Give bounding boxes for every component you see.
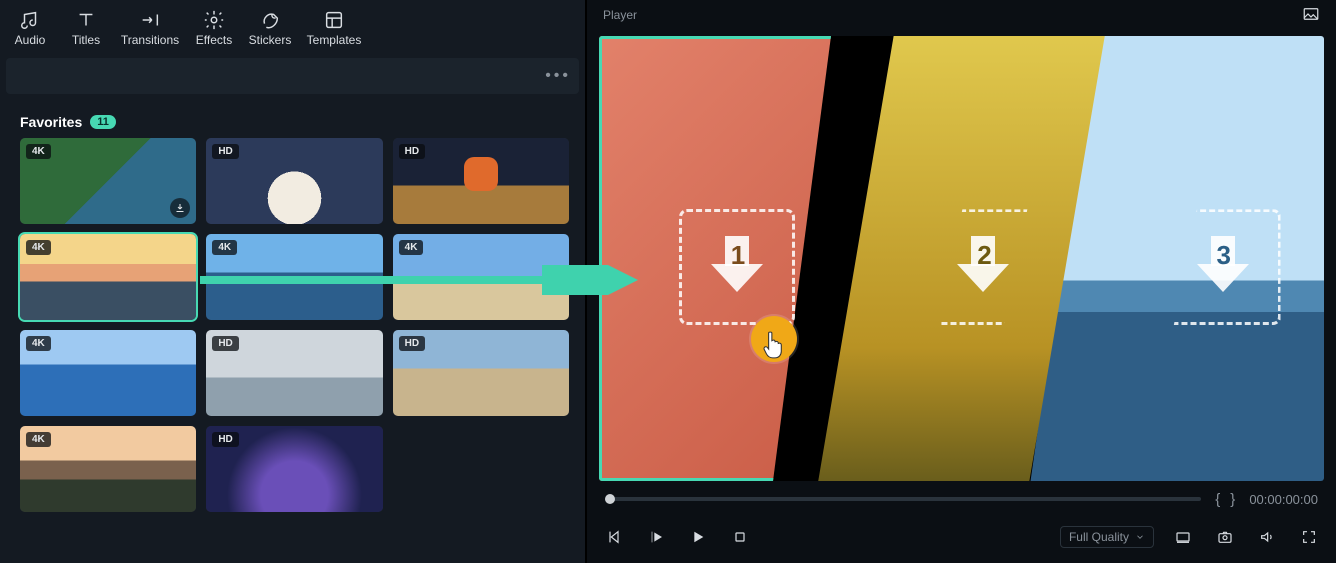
media-thumbnail[interactable]: 4K: [393, 234, 569, 320]
snapshot-icon: [1302, 5, 1320, 23]
favorites-title: Favorites: [20, 114, 82, 130]
resolution-badge: 4K: [399, 240, 424, 255]
media-thumbnail[interactable]: 4K: [20, 426, 196, 512]
media-thumbnail[interactable]: 4K: [20, 234, 196, 320]
chevron-down-icon: [1135, 532, 1145, 542]
tab-effects[interactable]: Effects: [186, 4, 242, 52]
tab-titles[interactable]: Titles: [58, 4, 114, 52]
tab-audio[interactable]: Audio: [2, 4, 58, 52]
resolution-badge: HD: [399, 144, 425, 159]
resolution-badge: HD: [212, 432, 238, 447]
titles-icon: [75, 9, 97, 31]
tab-transitions[interactable]: Transitions: [114, 4, 186, 52]
media-thumbnail[interactable]: 4K: [20, 138, 196, 224]
player-panel: Player 1 2: [587, 0, 1336, 563]
tab-label: Titles: [72, 33, 100, 47]
preview-canvas[interactable]: 1 2 3: [599, 36, 1324, 481]
media-thumbnail[interactable]: HD: [206, 138, 382, 224]
tab-label: Stickers: [249, 33, 292, 47]
media-thumbnail[interactable]: 4K: [20, 330, 196, 416]
templates-icon: [323, 9, 345, 31]
play-in-button[interactable]: [643, 524, 669, 550]
stickers-icon: [259, 9, 281, 31]
slot-number: 1: [731, 240, 745, 271]
more-options-button[interactable]: •••: [545, 67, 571, 85]
mark-out-button[interactable]: }: [1230, 491, 1235, 508]
prev-frame-button[interactable]: [601, 524, 627, 550]
tab-label: Transitions: [121, 33, 179, 47]
down-arrow-icon: 1: [711, 236, 763, 298]
tab-label: Effects: [196, 33, 232, 47]
resolution-badge: 4K: [212, 240, 237, 255]
resolution-badge: HD: [212, 336, 238, 351]
display-aspect-button[interactable]: [1170, 524, 1196, 550]
audio-icon: [19, 9, 41, 31]
timecode: 00:00:00:00: [1249, 492, 1318, 507]
down-arrow-icon: 2: [957, 236, 1009, 298]
pointer-cursor-icon: [761, 330, 787, 363]
favorites-count-badge: 11: [90, 115, 116, 129]
tab-label: Audio: [15, 33, 46, 47]
media-sub-bar: •••: [6, 58, 579, 94]
media-panel: Audio Titles Transitions Effects Sticker…: [0, 0, 587, 563]
download-icon: [174, 202, 186, 214]
fullscreen-button[interactable]: [1296, 524, 1322, 550]
media-thumbnail[interactable]: 4K: [206, 234, 382, 320]
quality-dropdown[interactable]: Full Quality: [1060, 526, 1154, 548]
media-grid: 4K HD HD 4K 4K 4K 4K HD HD 4K HD: [0, 138, 585, 528]
play-button[interactable]: [685, 524, 711, 550]
player-title: Player: [603, 8, 637, 22]
resolution-badge: 4K: [26, 144, 51, 159]
media-thumbnail[interactable]: HD: [206, 330, 382, 416]
resolution-badge: 4K: [26, 336, 51, 351]
player-header: Player: [587, 0, 1336, 30]
snapshot-button[interactable]: [1212, 524, 1238, 550]
effects-icon: [203, 9, 225, 31]
down-arrow-icon: 3: [1197, 236, 1249, 298]
snapshot-toggle-button[interactable]: [1302, 5, 1320, 26]
mark-in-button[interactable]: {: [1215, 491, 1220, 508]
drop-target-1[interactable]: 1: [679, 209, 795, 325]
resolution-badge: 4K: [26, 240, 51, 255]
resolution-badge: HD: [212, 144, 238, 159]
timeline-row: { } 00:00:00:00: [587, 481, 1336, 517]
quality-label: Full Quality: [1069, 530, 1129, 544]
resolution-badge: HD: [399, 336, 425, 351]
media-thumbnail[interactable]: HD: [393, 330, 569, 416]
resolution-badge: 4K: [26, 432, 51, 447]
tab-stickers[interactable]: Stickers: [242, 4, 298, 52]
tab-label: Templates: [307, 33, 362, 47]
media-thumbnail[interactable]: HD: [393, 138, 569, 224]
timeline-scrubber[interactable]: [605, 497, 1201, 501]
mark-braces: { }: [1215, 491, 1235, 508]
asset-toolbar: Audio Titles Transitions Effects Sticker…: [0, 0, 585, 54]
tab-templates[interactable]: Templates: [298, 4, 370, 52]
transitions-icon: [139, 9, 161, 31]
player-controls: Full Quality: [587, 517, 1336, 563]
favorites-heading: Favorites 11: [20, 114, 585, 130]
volume-button[interactable]: [1254, 524, 1280, 550]
template-preview: 1 2 3: [599, 36, 1324, 481]
stop-button[interactable]: [727, 524, 753, 550]
slot-number: 2: [977, 240, 991, 271]
slot-number: 3: [1217, 240, 1231, 271]
media-thumbnail[interactable]: HD: [206, 426, 382, 512]
